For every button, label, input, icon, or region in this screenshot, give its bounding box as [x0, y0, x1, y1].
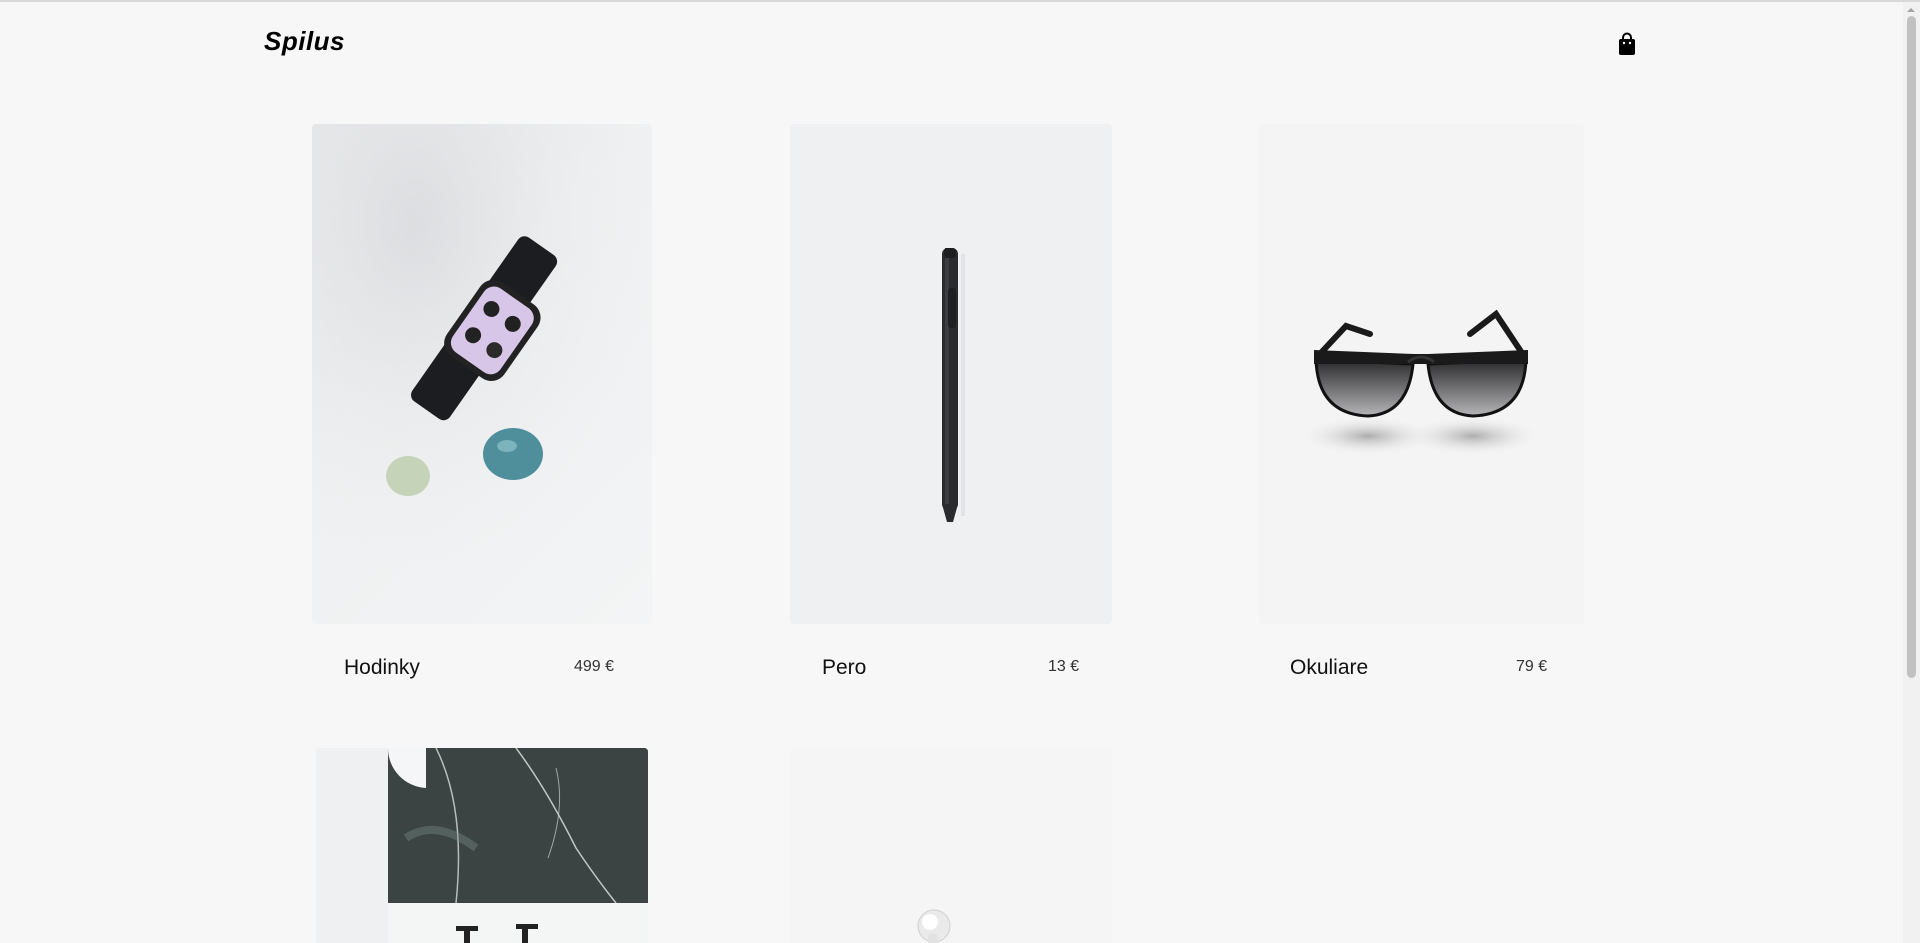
product-image-bathroom[interactable]	[316, 748, 648, 943]
product-image-earphone[interactable]	[790, 748, 1112, 943]
product-card-4[interactable]	[316, 748, 648, 943]
vertical-scrollbar[interactable]	[1903, 2, 1920, 943]
product-image-sunglasses[interactable]	[1258, 124, 1584, 624]
product-card-5[interactable]	[790, 748, 1112, 943]
product-image-smartwatch[interactable]	[312, 124, 652, 624]
product-name[interactable]: Hodinky	[344, 656, 420, 680]
product-price: 499 €	[574, 658, 615, 675]
site-logo[interactable]: Spilus	[264, 26, 345, 57]
product-card-pero[interactable]: Pero 13 €	[790, 124, 1112, 684]
shopping-bag-icon[interactable]	[1617, 32, 1637, 56]
scroll-up-icon[interactable]	[1907, 8, 1915, 12]
product-listing-page: Spilus Hodinky 499 € Pero 13 € Okuliare …	[0, 0, 1920, 943]
product-card-okuliare[interactable]: Okuliare 79 €	[1258, 124, 1584, 684]
product-name[interactable]: Pero	[822, 656, 866, 680]
product-price: 13 €	[1048, 658, 1080, 675]
product-card-hodinky[interactable]: Hodinky 499 €	[312, 124, 652, 684]
product-name[interactable]: Okuliare	[1290, 656, 1368, 680]
product-image-pen[interactable]	[790, 124, 1112, 624]
scroll-thumb[interactable]	[1907, 16, 1916, 678]
product-price: 79 €	[1516, 658, 1548, 675]
